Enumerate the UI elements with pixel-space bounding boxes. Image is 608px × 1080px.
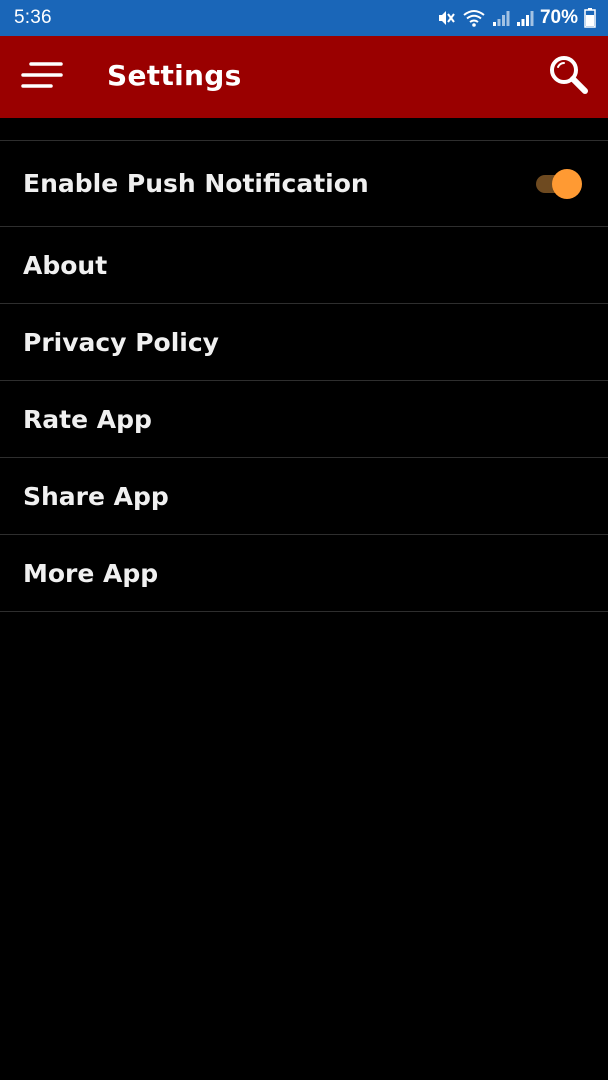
status-time: 5:36 <box>14 7 52 28</box>
settings-item-label: Share App <box>23 481 169 511</box>
status-icons: 70% <box>436 7 596 29</box>
settings-item-label: Rate App <box>23 404 152 434</box>
mute-icon <box>436 8 456 28</box>
settings-item-privacy-policy[interactable]: Privacy Policy <box>0 304 608 381</box>
settings-item-rate-app[interactable]: Rate App <box>0 381 608 458</box>
push-notification-toggle[interactable] <box>534 169 582 199</box>
search-button[interactable] <box>544 52 594 102</box>
settings-item-label: Enable Push Notification <box>23 169 369 198</box>
app-bar: Settings <box>0 36 608 118</box>
settings-item-label: Privacy Policy <box>23 327 219 357</box>
search-icon <box>547 53 591 101</box>
settings-item-push-notification[interactable]: Enable Push Notification <box>0 141 608 227</box>
settings-list: Enable Push Notification About Privacy P… <box>0 140 608 612</box>
hamburger-menu-icon <box>21 59 63 95</box>
page-title: Settings <box>107 59 242 92</box>
battery-icon <box>584 8 596 28</box>
settings-item-label: More App <box>23 558 159 588</box>
signal-icon <box>516 9 534 27</box>
status-bar: 5:36 70% <box>0 0 608 36</box>
signal-icon <box>492 9 510 27</box>
settings-item-label: About <box>23 250 108 280</box>
settings-item-about[interactable]: About <box>0 227 608 304</box>
toggle-thumb <box>552 169 582 199</box>
settings-item-share-app[interactable]: Share App <box>0 458 608 535</box>
settings-item-more-app[interactable]: More App <box>0 535 608 612</box>
wifi-icon <box>462 8 486 28</box>
menu-button[interactable] <box>16 54 68 100</box>
battery-percentage: 70% <box>539 7 578 28</box>
